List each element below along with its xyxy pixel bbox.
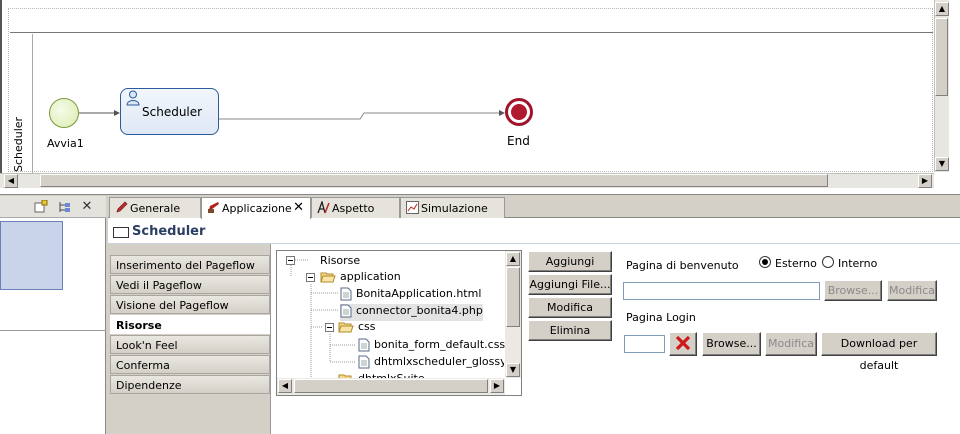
- radio-selected-dot: [762, 259, 768, 265]
- tree-vertical-scroll-thumb[interactable]: [506, 267, 520, 327]
- tab-simulazione[interactable]: Simulazione: [400, 197, 505, 218]
- internal-radio[interactable]: [822, 256, 834, 268]
- nav-item-look-n-feel[interactable]: Look'n Feel: [110, 335, 270, 354]
- welcome-page-label: Pagina di benvenuto: [626, 259, 739, 272]
- welcome-edit-button[interactable]: Modifica: [887, 280, 937, 301]
- tab-aspetto[interactable]: Aspetto: [311, 197, 400, 218]
- tree-node-risorse[interactable]: Risorse: [320, 254, 360, 271]
- tree-node-css[interactable]: css: [338, 320, 376, 337]
- tree-view-icon[interactable]: [58, 201, 72, 214]
- tab-label: Simulazione: [421, 202, 488, 215]
- nav-item-risorse[interactable]: Risorse: [110, 315, 270, 334]
- external-label: Esterno: [775, 257, 817, 270]
- external-radio[interactable]: [759, 256, 771, 268]
- tree-node-dhtmlxscheduler-glossy-css[interactable]: dhtmlxscheduler_glossy.css: [358, 355, 504, 372]
- tab-label: Generale: [130, 202, 181, 215]
- tree-scroll-left-button[interactable]: ◀: [278, 379, 292, 393]
- chart-icon: [406, 201, 419, 214]
- welcome-page-field[interactable]: [623, 282, 820, 300]
- internal-label: Interno: [838, 257, 878, 270]
- scroll-left-button[interactable]: ◀: [4, 174, 18, 188]
- tree-node-application[interactable]: application: [320, 270, 401, 287]
- tree-horizontal-scroll-thumb[interactable]: [294, 379, 488, 393]
- nav-item-inserimento-pageflow[interactable]: Inserimento del Pageflow: [110, 255, 270, 274]
- end-event-fill: [511, 104, 527, 120]
- outline-divider: [0, 330, 106, 331]
- start-event[interactable]: [49, 98, 79, 128]
- file-icon: [358, 355, 370, 369]
- application-icon: [208, 202, 219, 213]
- login-edit-button[interactable]: Modifica: [765, 332, 817, 356]
- nav-item-vedi-pageflow[interactable]: Vedi il Pageflow: [110, 275, 270, 294]
- add-file-button[interactable]: Aggiungi File...: [528, 274, 612, 295]
- task-icon: [113, 227, 129, 238]
- nav-item-visione-pageflow[interactable]: Visione del Pageflow: [110, 295, 270, 314]
- scroll-right-button[interactable]: ▶: [918, 174, 932, 188]
- delete-resource-button[interactable]: Elimina: [528, 320, 612, 341]
- vertical-scroll-thumb[interactable]: [935, 18, 948, 96]
- folder-open-icon: [320, 272, 336, 283]
- tab-generale[interactable]: Generale: [109, 197, 201, 218]
- task-label: Scheduler: [142, 105, 203, 119]
- nav-item-conferma[interactable]: Conferma: [110, 355, 270, 374]
- scroll-up-button[interactable]: ▲: [935, 2, 949, 16]
- tab-applicazione[interactable]: Applicazione ✕: [201, 197, 311, 219]
- start-event-label: Avvia1: [47, 137, 84, 150]
- font-style-icon: [317, 201, 330, 214]
- file-icon: [358, 338, 370, 352]
- tree-node-bonitaapplication-html[interactable]: BonitaApplication.html: [340, 287, 481, 304]
- user-icon: [126, 90, 140, 106]
- scroll-down-button[interactable]: ▼: [935, 157, 949, 171]
- tree-node-bonita-form-default-css[interactable]: bonita_form_default.css: [358, 338, 505, 355]
- close-tab-icon[interactable]: ✕: [293, 200, 304, 215]
- tab-label: Applicazione: [222, 202, 292, 215]
- outline-viewport[interactable]: [0, 221, 63, 290]
- login-page-field[interactable]: [624, 335, 665, 353]
- tab-label: Aspetto: [332, 202, 375, 215]
- new-view-icon[interactable]: [34, 199, 48, 214]
- tree-scroll-right-button[interactable]: ▶: [490, 379, 504, 393]
- folder-open-icon: [338, 322, 354, 333]
- add-folder-button[interactable]: Aggiungi Folder: [528, 251, 612, 287]
- welcome-browse-button[interactable]: Browse...: [824, 280, 882, 301]
- clear-login-button[interactable]: [669, 332, 697, 356]
- close-icon[interactable]: ✕: [80, 200, 94, 214]
- tree-node-connector-bonita4-php[interactable]: connector_bonita4.php: [340, 304, 483, 321]
- file-icon: [340, 287, 352, 301]
- file-icon: [340, 304, 352, 318]
- edit-resource-button[interactable]: Modifica: [528, 297, 612, 318]
- horizontal-scroll-thumb[interactable]: [40, 174, 828, 187]
- tree-scroll-down-button[interactable]: ▼: [506, 363, 520, 377]
- tree-scroll-up-button[interactable]: ▲: [506, 252, 520, 266]
- nav-item-dipendenze[interactable]: Dipendenze: [110, 375, 270, 394]
- section-header: [108, 219, 960, 244]
- end-event-label: End: [507, 134, 530, 148]
- login-page-label: Pagina Login: [626, 311, 696, 324]
- red-x-icon: [675, 335, 691, 351]
- login-browse-button[interactable]: Browse...: [702, 332, 761, 356]
- pencil-icon: [116, 201, 128, 213]
- section-title: Scheduler: [132, 224, 206, 239]
- download-default-button[interactable]: Download per default: [821, 332, 937, 372]
